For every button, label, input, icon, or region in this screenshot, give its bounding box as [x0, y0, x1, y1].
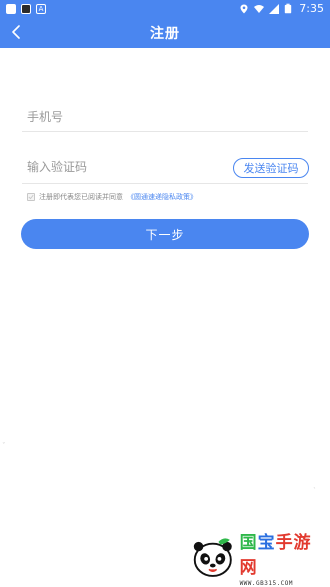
photo-icon: [21, 3, 31, 14]
chevron-left-icon: [12, 25, 20, 39]
location-icon: [240, 4, 248, 13]
code-field: 发送验证码: [22, 154, 309, 184]
page-title: 注册: [150, 25, 180, 42]
privacy-policy-link[interactable]: 《圆通速递隐私政策》: [127, 192, 197, 202]
verification-code-input[interactable]: [22, 154, 222, 180]
send-code-button[interactable]: 发送验证码: [233, 158, 309, 178]
phone-input[interactable]: [22, 104, 222, 130]
watermark-title-part: 国: [239, 532, 258, 553]
status-left-icons: A: [6, 3, 46, 14]
watermark-title: 国宝手游网: [240, 528, 325, 578]
agreement-checkbox[interactable]: [27, 193, 35, 201]
agreement-text: 注册即代表您已阅读并同意: [39, 193, 123, 201]
watermark-text: 国宝手游网 WWW.GB315.COM: [240, 528, 325, 587]
panda-icon: [193, 538, 232, 577]
phone-field: [22, 104, 308, 132]
decorative-mark: ˋ: [313, 487, 317, 495]
agreement-row: 注册即代表您已阅读并同意 《圆通速递隐私政策》: [27, 192, 197, 202]
wifi-icon: [254, 4, 265, 13]
check-icon: [28, 194, 34, 200]
back-button[interactable]: [4, 20, 28, 44]
title-bar: 注册: [0, 17, 330, 48]
next-step-button[interactable]: 下一步: [21, 219, 309, 249]
notification-icon: [6, 3, 16, 14]
status-bar: A 7:35: [0, 0, 330, 17]
watermark-url: WWW.GB315.COM: [239, 579, 294, 587]
watermark-title-part: 宝: [257, 532, 276, 553]
signal-icon: [269, 3, 280, 14]
battery-icon: [285, 3, 292, 14]
a-icon: A: [36, 3, 46, 14]
status-right-icons: 7:35: [239, 2, 324, 15]
status-time: 7:35: [299, 2, 324, 15]
watermark-logo: 国宝手游网 WWW.GB315.COM: [190, 528, 325, 587]
decorative-mark: ˇ: [2, 442, 6, 450]
